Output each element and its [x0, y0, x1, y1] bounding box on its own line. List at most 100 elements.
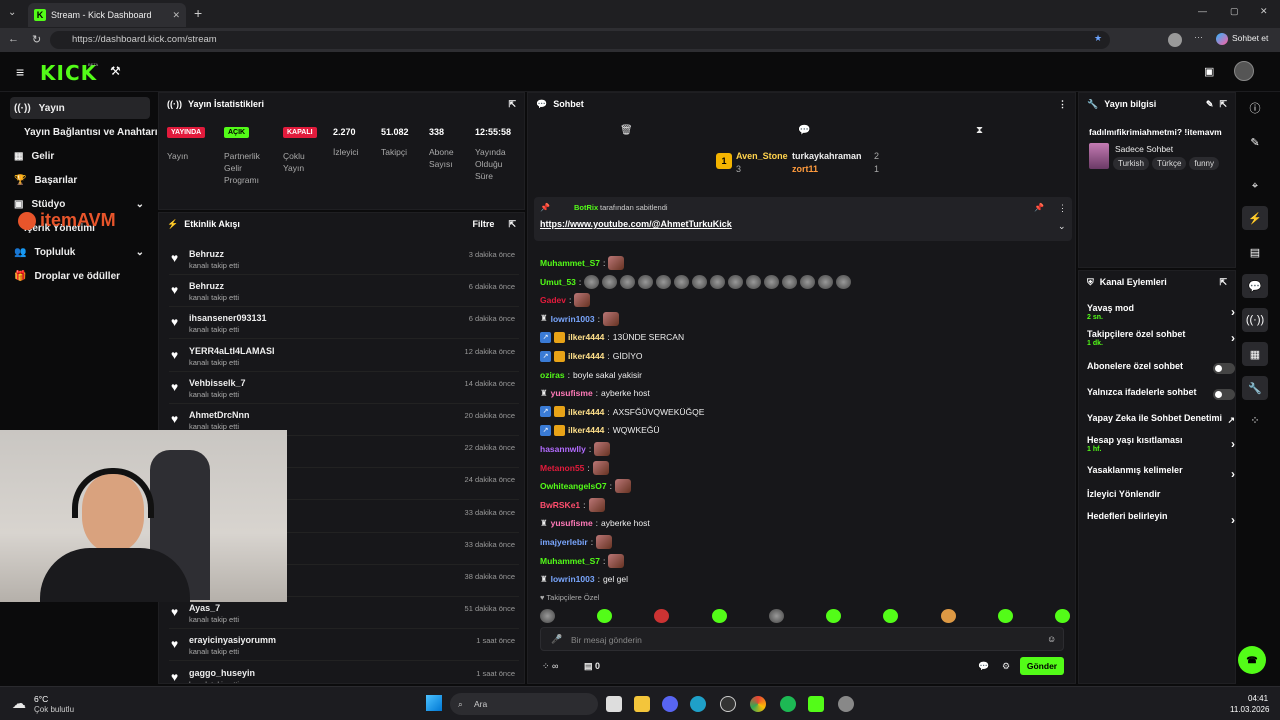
users-icon[interactable]: ⁘ — [1242, 408, 1268, 432]
activity-user[interactable]: ihsansener093131 — [189, 313, 267, 323]
activity-user[interactable]: YERR4aLtI4LAMASI — [189, 346, 275, 356]
nav-item-gelir[interactable]: ▦ Gelir — [10, 145, 150, 167]
pinned-by-name[interactable]: BotRix — [574, 203, 598, 212]
chat-options-icon[interactable]: ⋮ — [1058, 99, 1067, 110]
activity-user[interactable]: Vehbisselk_7 — [189, 378, 246, 388]
popout-icon[interactable]: ⇱ — [1219, 277, 1227, 288]
edge-icon[interactable] — [690, 696, 706, 712]
emote-icon[interactable] — [997, 609, 1013, 623]
hourglass-icon[interactable]: ⧗ — [976, 125, 983, 136]
discord-icon[interactable] — [662, 696, 678, 712]
popout-icon[interactable]: ⇱ — [1219, 99, 1227, 110]
activity-user[interactable]: erayicinyasiyorumm — [189, 635, 276, 645]
chat-bubble-icon[interactable]: 💬 — [798, 125, 810, 136]
channel-action[interactable]: Abonelere özel sohbet — [1087, 361, 1235, 374]
chat-username[interactable]: lowrin1003 — [551, 314, 595, 324]
channel-action[interactable]: Hesap yaşı kısıtlaması 1 hf. › — [1087, 435, 1235, 453]
popout-icon[interactable]: ⇱ — [508, 219, 516, 230]
info-icon[interactable]: ⓘ — [1242, 96, 1268, 120]
emoji-icon[interactable]: ☺ — [1047, 634, 1056, 644]
emote-icon[interactable] — [826, 609, 842, 623]
wrench-icon[interactable]: 🔧 — [1242, 376, 1268, 400]
emote-icon[interactable] — [597, 609, 613, 623]
nav-item-stream-key[interactable]: Yayın Bağlantısı ve Anahtarı — [10, 121, 158, 143]
activity-user[interactable]: gaggo_huseyin — [189, 668, 255, 678]
activity-user[interactable]: Behruzz — [189, 249, 224, 259]
edit-icon[interactable]: ✎ — [1242, 130, 1268, 154]
nav-item-yayin[interactable]: ((·)) Yayın — [10, 97, 150, 119]
new-tab-icon[interactable]: + — [194, 5, 202, 21]
chat-icon[interactable]: 💬 — [1242, 274, 1268, 298]
toggle-switch[interactable] — [1213, 363, 1235, 374]
tag[interactable]: funny — [1189, 157, 1219, 170]
chat-username[interactable]: Metanon55 — [540, 463, 584, 473]
task-view-icon[interactable] — [606, 696, 622, 712]
emote-icon[interactable] — [540, 609, 555, 623]
emote-icon[interactable] — [1054, 609, 1070, 623]
url-field[interactable]: https://dashboard.kick.com/stream — [50, 31, 1110, 49]
lightning-icon[interactable]: ⚡ — [1242, 206, 1268, 230]
chat-username[interactable]: ilker4444 — [568, 332, 604, 342]
toggle-switch[interactable] — [1213, 389, 1235, 400]
start-icon[interactable] — [426, 695, 442, 711]
favorite-star-icon[interactable]: ★ — [1094, 33, 1102, 44]
emote-icon[interactable] — [654, 609, 670, 623]
chat-username[interactable]: ilker4444 — [568, 425, 604, 435]
activity-user[interactable]: Ayas_7 — [189, 603, 220, 613]
target-icon[interactable]: ⌖ — [1242, 174, 1268, 198]
tag[interactable]: Turkish — [1113, 157, 1149, 170]
obs-icon[interactable] — [720, 696, 736, 712]
chrome-icon[interactable] — [750, 696, 766, 712]
channel-action[interactable]: Hedefleri belirleyin › — [1087, 511, 1235, 527]
channel-action[interactable]: İzleyici Yönlendir — [1087, 489, 1235, 499]
chat-username[interactable]: lowrin1003 — [551, 574, 595, 584]
settings-gear-icon[interactable]: ⚙ — [1002, 661, 1010, 672]
category-thumbnail[interactable] — [1089, 143, 1109, 169]
expand-chevron-icon[interactable]: ⌄ — [1058, 221, 1066, 232]
channel-action[interactable]: Yasaklanmış kelimeler › — [1087, 465, 1235, 481]
activity-user[interactable]: Behruzz — [189, 281, 224, 291]
profile-avatar[interactable] — [1168, 33, 1182, 47]
hammer-icon[interactable]: ⚒ — [110, 64, 121, 78]
chat-username[interactable]: yusufisme — [551, 518, 593, 528]
kick-app-icon[interactable] — [808, 696, 824, 712]
popout-icon[interactable]: ⇱ — [508, 99, 516, 110]
document-icon[interactable]: ▤ — [1242, 240, 1268, 264]
pinned-link[interactable]: https://www.youtube.com/@AhmetTurkuKick — [540, 219, 732, 229]
file-explorer-icon[interactable] — [634, 696, 650, 712]
tag[interactable]: Türkçe — [1151, 157, 1187, 170]
pin-options-icon[interactable]: ⋮ — [1058, 203, 1067, 214]
tab-list-icon[interactable]: ⌄ — [8, 7, 16, 18]
trash-icon[interactable]: 🗑 — [620, 125, 633, 136]
chat-username[interactable]: OwhiteangelsO7 — [540, 481, 607, 491]
chat-username[interactable]: yusufisme — [551, 388, 593, 398]
chat-username[interactable]: oziras — [540, 370, 565, 380]
settings-icon[interactable] — [838, 696, 854, 712]
emote-icon[interactable] — [768, 609, 784, 623]
close-tab-icon[interactable]: ✕ — [172, 10, 180, 21]
close-window-icon[interactable]: ✕ — [1260, 6, 1268, 17]
chat-username[interactable]: hasannwlly — [540, 444, 586, 454]
nav-item-basarilar[interactable]: 🏆 Başarılar — [10, 169, 150, 191]
leader-name[interactable]: turkaykahraman — [792, 151, 862, 161]
emote-icon[interactable] — [940, 609, 956, 623]
mic-icon[interactable]: 🎤 — [551, 634, 562, 645]
broadcast-icon[interactable]: ((·)) — [1242, 308, 1268, 332]
chat-username[interactable]: Muhammet_S7 — [540, 258, 600, 268]
channel-action[interactable]: Yalnızca ifadelerle sohbet — [1087, 387, 1235, 400]
leader-name[interactable]: zort11 — [792, 164, 818, 174]
layers-icon[interactable]: ▦ — [1242, 342, 1268, 366]
minimize-icon[interactable]: — — [1198, 6, 1207, 16]
chat-username[interactable]: imajyerlebir — [540, 537, 588, 547]
hamburger-menu-icon[interactable]: ≡ — [16, 64, 24, 80]
edit-pencil-icon[interactable]: ✎ — [1206, 99, 1214, 110]
chat-username[interactable]: BwRSKe1 — [540, 500, 580, 510]
emote-icon[interactable] — [883, 609, 899, 623]
emote-icon[interactable] — [711, 609, 727, 623]
nav-item-topluluk[interactable]: 👥 Topluluk ⌄ — [10, 241, 150, 263]
browser-tab[interactable]: K Stream - Kick Dashboard ✕ — [28, 3, 186, 27]
stream-preview-icon[interactable]: ▣ — [1204, 65, 1214, 78]
back-icon[interactable]: ← — [8, 33, 19, 45]
channel-action[interactable]: Yapay Zeka ile Sohbet Denetimi ↗ — [1087, 413, 1235, 425]
user-avatar[interactable] — [1234, 61, 1254, 81]
